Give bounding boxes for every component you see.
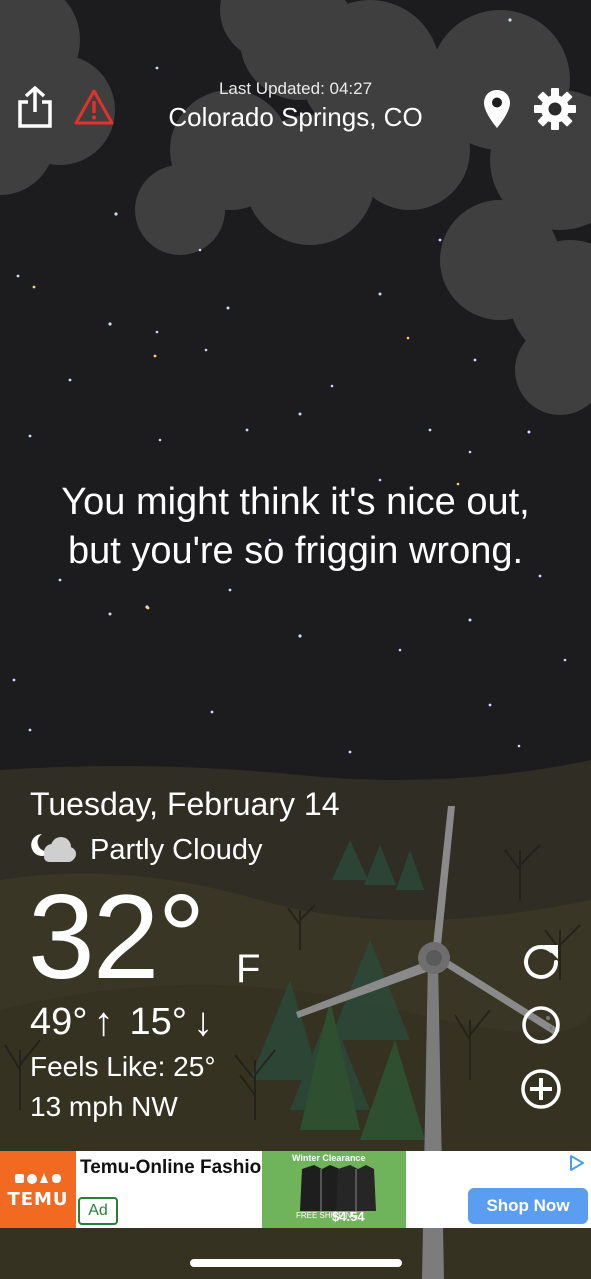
- snarky-quote: You might think it's nice out, but you'r…: [20, 478, 571, 576]
- moon-phase-icon[interactable]: [520, 1004, 562, 1046]
- down-arrow-icon: ↓: [192, 1000, 213, 1044]
- quote-line-2: but you're so friggin wrong.: [67, 530, 524, 572]
- condition-row: Partly Cloudy: [30, 832, 262, 868]
- ad-choices-icon[interactable]: [568, 1154, 586, 1177]
- ad-title[interactable]: Temu-Online Fashion: [80, 1157, 273, 1179]
- location-pin-icon[interactable]: [483, 88, 511, 135]
- ad-label-badge: Ad: [78, 1197, 118, 1225]
- low-temp: 15°: [129, 1001, 187, 1043]
- ad-product-image[interactable]: Winter Clearance FREE SHIPPING $4.54: [262, 1151, 406, 1228]
- wind-info: 13 mph NW: [30, 1091, 178, 1122]
- high-low-row: 49° ↑ 15° ↓: [30, 1000, 229, 1045]
- add-icon[interactable]: [520, 1068, 562, 1110]
- temperature-unit[interactable]: F: [236, 947, 260, 992]
- temu-brand-text: TEMU: [7, 1189, 69, 1210]
- feels-like: Feels Like: 25°: [30, 1051, 216, 1082]
- forecast-date: Tuesday, February 14: [30, 786, 340, 822]
- current-temperature: 32°: [28, 870, 205, 1004]
- up-arrow-icon: ↑: [93, 1000, 114, 1044]
- shop-now-button[interactable]: Shop Now: [468, 1188, 588, 1224]
- condition-text: Partly Cloudy: [90, 833, 263, 866]
- top-bar: Last Updated: 04:27 Colorado Springs, CO: [0, 0, 591, 160]
- refresh-icon[interactable]: [520, 941, 562, 983]
- background-scene: [0, 0, 591, 1279]
- gear-icon[interactable]: [534, 88, 576, 135]
- high-temp: 49°: [30, 1001, 88, 1043]
- ad-price: $4.54: [332, 1209, 365, 1224]
- partly-cloudy-night-icon: [30, 832, 76, 869]
- quote-line-1: You might think it's nice out,: [61, 481, 530, 523]
- temu-logo-glyphs-icon: [15, 1173, 61, 1184]
- home-indicator[interactable]: [190, 1259, 402, 1267]
- temu-logo[interactable]: TEMU: [0, 1151, 76, 1228]
- ad-banner[interactable]: TEMU Temu-Online Fashion Ad Winter Clear…: [0, 1151, 591, 1228]
